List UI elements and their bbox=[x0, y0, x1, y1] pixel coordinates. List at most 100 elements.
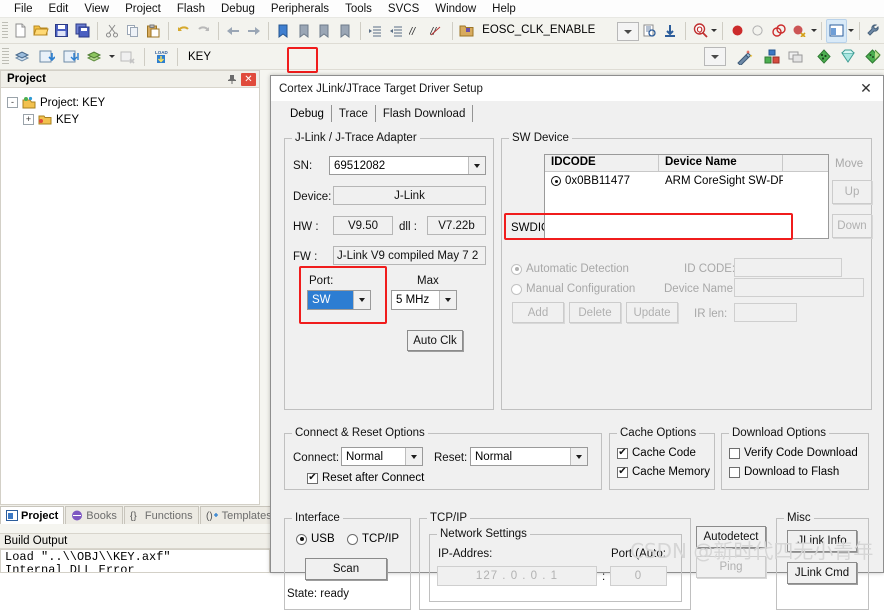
toolbar-grip[interactable] bbox=[2, 21, 8, 40]
menu-item-svcs[interactable]: SVCS bbox=[380, 0, 427, 18]
navigate-back-icon[interactable] bbox=[223, 19, 244, 43]
paste-icon[interactable] bbox=[143, 19, 164, 43]
undo-icon[interactable] bbox=[173, 19, 194, 43]
comment-icon[interactable]: // bbox=[406, 19, 427, 43]
indent-icon[interactable] bbox=[365, 19, 386, 43]
batch-build-icon[interactable] bbox=[83, 45, 107, 69]
bookmark-clear-icon[interactable] bbox=[335, 19, 356, 43]
uncomment-icon[interactable]: // bbox=[427, 19, 448, 43]
bookmark-toggle-icon[interactable] bbox=[273, 19, 294, 43]
build-output-body[interactable]: Load "..\\OBJ\\KEY.axf" Internal DLL Err… bbox=[0, 549, 270, 573]
save-all-icon[interactable] bbox=[72, 19, 93, 43]
jlink-info-button[interactable]: JLink Info bbox=[787, 530, 857, 552]
zoom-search-icon[interactable]: Q bbox=[690, 19, 711, 43]
manage-run-time-env-icon[interactable] bbox=[860, 45, 884, 69]
bookmark-prev-icon[interactable] bbox=[294, 19, 315, 43]
multi-project-icon[interactable] bbox=[784, 45, 808, 69]
bookmark-next-icon[interactable] bbox=[314, 19, 335, 43]
tab-trace[interactable]: Trace bbox=[332, 105, 376, 122]
cache-code-checkbox[interactable]: ✔ Cache Code bbox=[617, 447, 696, 459]
outdent-icon[interactable] bbox=[385, 19, 406, 43]
insert-file-icon[interactable] bbox=[456, 19, 477, 43]
download-to-flash-checkbox[interactable]: Download to Flash bbox=[729, 466, 839, 478]
build-icon[interactable] bbox=[35, 45, 59, 69]
chevron-down-icon[interactable] bbox=[405, 448, 422, 465]
breakpoint-icon[interactable] bbox=[727, 19, 748, 43]
goto-definition-icon[interactable] bbox=[660, 19, 681, 43]
chevron-down-icon[interactable] bbox=[439, 291, 456, 309]
breakpoint-disable-all-icon[interactable] bbox=[789, 19, 810, 43]
options-for-target-icon[interactable] bbox=[732, 45, 756, 69]
tab-templates[interactable]: () Templates bbox=[199, 506, 278, 524]
menu-item-project[interactable]: Project bbox=[117, 0, 169, 18]
menu-item-help[interactable]: Help bbox=[484, 0, 524, 18]
symbol-combo[interactable]: EOSC_CLK_ENABLE bbox=[482, 22, 640, 41]
autodetect-button[interactable]: Autodetect bbox=[696, 526, 766, 548]
pin-icon[interactable] bbox=[225, 72, 239, 86]
close-icon[interactable]: ✕ bbox=[853, 78, 879, 100]
stop-build-icon[interactable] bbox=[116, 45, 140, 69]
interface-tcpip-radio[interactable]: TCP/IP bbox=[347, 533, 399, 545]
window-layout-dropdown-arrow[interactable] bbox=[847, 20, 855, 42]
cut-icon[interactable] bbox=[102, 19, 123, 43]
connect-combo[interactable]: Normal bbox=[341, 447, 423, 466]
menu-item-flash[interactable]: Flash bbox=[169, 0, 213, 18]
batch-build-dropdown-arrow[interactable] bbox=[107, 46, 116, 68]
sn-combo[interactable]: 69512082 bbox=[329, 156, 486, 175]
menu-item-view[interactable]: View bbox=[76, 0, 117, 18]
redo-icon[interactable] bbox=[193, 19, 214, 43]
port-combo[interactable]: SW bbox=[307, 290, 371, 310]
breakpoint-dropdown-arrow[interactable] bbox=[810, 20, 818, 42]
max-clock-combo[interactable]: 5 MHz bbox=[391, 290, 457, 310]
find-in-files-icon[interactable] bbox=[639, 19, 660, 43]
menu-item-tools[interactable]: Tools bbox=[337, 0, 380, 18]
chevron-down-icon[interactable] bbox=[468, 157, 485, 174]
tree-expander[interactable]: + bbox=[23, 114, 34, 125]
menu-item-edit[interactable]: Edit bbox=[41, 0, 77, 18]
breakpoint-kill-all-icon[interactable] bbox=[768, 19, 789, 43]
menu-item-window[interactable]: Window bbox=[427, 0, 484, 18]
tree-item-project-key[interactable]: - Project: KEY bbox=[7, 94, 259, 111]
menu-item-file[interactable]: File bbox=[6, 0, 41, 18]
toolbar-grip[interactable] bbox=[2, 47, 9, 66]
auto-clk-button[interactable]: Auto Clk bbox=[407, 330, 463, 351]
load-icon[interactable]: LOAD bbox=[149, 45, 173, 69]
tab-project[interactable]: Project bbox=[0, 506, 65, 524]
zoom-search-dropdown-arrow[interactable] bbox=[710, 20, 718, 42]
breakpoint-disabled-icon[interactable] bbox=[748, 19, 769, 43]
copy-icon[interactable] bbox=[122, 19, 143, 43]
symbol-dropdown-arrow[interactable] bbox=[617, 22, 640, 41]
menu-item-debug[interactable]: Debug bbox=[213, 0, 263, 18]
open-file-icon[interactable] bbox=[31, 19, 52, 43]
chevron-down-icon[interactable] bbox=[353, 291, 370, 309]
cache-memory-checkbox[interactable]: ✔ Cache Memory bbox=[617, 466, 710, 478]
interface-usb-radio[interactable]: USB bbox=[296, 533, 335, 545]
verify-code-download-checkbox[interactable]: Verify Code Download bbox=[729, 447, 858, 459]
configuration-wizard-icon[interactable] bbox=[812, 45, 836, 69]
translate-icon[interactable] bbox=[11, 45, 35, 69]
table-row[interactable]: 0x0BB11477 ARM CoreSight SW-DP bbox=[545, 172, 828, 190]
tab-flash-download[interactable]: Flash Download bbox=[376, 105, 474, 122]
tree-expander[interactable]: - bbox=[7, 97, 18, 108]
configure-tools-icon[interactable] bbox=[863, 19, 884, 43]
target-dropdown-arrow[interactable] bbox=[704, 47, 726, 66]
tab-functions[interactable]: {} Functions bbox=[123, 506, 199, 524]
sw-device-table[interactable]: IDCODE Device Name 0x0BB11477 ARM CoreSi… bbox=[544, 154, 829, 239]
reset-after-connect-checkbox[interactable]: ✔ Reset after Connect bbox=[307, 472, 424, 484]
close-icon[interactable]: ✕ bbox=[241, 72, 256, 86]
reset-combo[interactable]: Normal bbox=[470, 447, 588, 466]
tree-item-key[interactable]: + KEY bbox=[7, 111, 259, 128]
pack-installer-icon[interactable] bbox=[836, 45, 860, 69]
jlink-cmd-button[interactable]: JLink Cmd bbox=[787, 562, 857, 584]
chevron-down-icon[interactable] bbox=[570, 448, 587, 465]
navigate-forward-icon[interactable] bbox=[244, 19, 265, 43]
tab-debug[interactable]: Debug bbox=[283, 105, 332, 122]
save-icon[interactable] bbox=[51, 19, 72, 43]
window-layout-icon[interactable] bbox=[826, 18, 847, 43]
manage-project-items-icon[interactable] bbox=[760, 45, 784, 69]
tab-books[interactable]: Books bbox=[65, 506, 123, 524]
menu-item-peripherals[interactable]: Peripherals bbox=[263, 0, 337, 18]
scan-button[interactable]: Scan bbox=[305, 558, 387, 580]
rebuild-icon[interactable] bbox=[59, 45, 83, 69]
new-file-icon[interactable] bbox=[10, 19, 31, 43]
